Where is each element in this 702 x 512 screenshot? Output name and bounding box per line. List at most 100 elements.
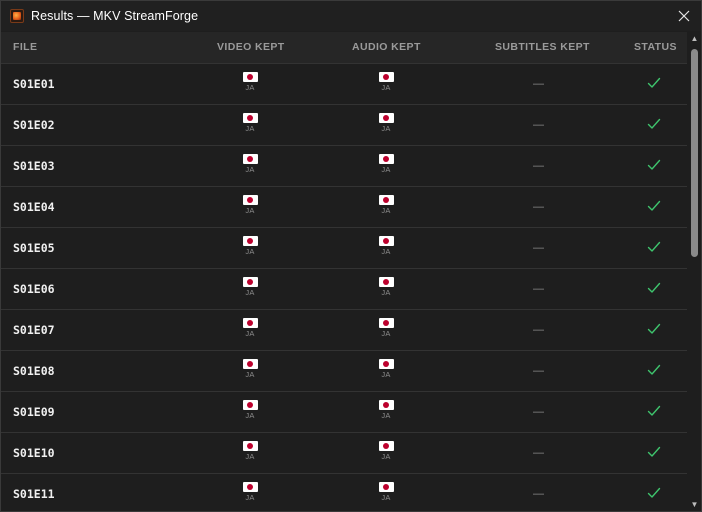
video-language-code: JA [245, 83, 255, 92]
audio-kept-cell: JA [371, 113, 401, 133]
checkmark-icon [647, 200, 661, 211]
audio-kept-cell: JA [371, 195, 401, 215]
column-header-status[interactable]: STATUS [634, 32, 677, 63]
window-title: Results — MKV StreamForge [31, 9, 199, 23]
checkmark-icon [647, 364, 661, 375]
checkmark-icon [647, 159, 661, 170]
audio-kept-cell: JA [371, 441, 401, 461]
checkmark-icon [647, 282, 661, 293]
video-language-code: JA [245, 288, 255, 297]
subtitles-kept-value: — [533, 283, 544, 295]
japan-flag-icon [378, 318, 394, 328]
video-language-code: JA [245, 165, 255, 174]
table-row[interactable]: S01E10 JA JA — [1, 433, 687, 474]
subtitles-kept-value: — [533, 365, 544, 377]
subtitles-kept-value: — [533, 447, 544, 459]
audio-language-code: JA [381, 83, 391, 92]
japan-flag-icon [378, 359, 394, 369]
table-row[interactable]: S01E03 JA JA — [1, 146, 687, 187]
results-window: Results — MKV StreamForge FILE VIDEO KEP… [0, 0, 702, 512]
file-name: S01E09 [13, 405, 55, 419]
audio-kept-cell: JA [371, 277, 401, 297]
file-name: S01E10 [13, 446, 55, 460]
close-icon [678, 10, 690, 22]
audio-language-code: JA [381, 329, 391, 338]
audio-language-code: JA [381, 288, 391, 297]
audio-kept-cell: JA [371, 318, 401, 338]
table-row[interactable]: S01E06 JA JA — [1, 269, 687, 310]
video-kept-cell: JA [235, 72, 265, 92]
subtitles-kept-value: — [533, 160, 544, 172]
japan-flag-icon [378, 236, 394, 246]
file-name: S01E03 [13, 159, 55, 173]
japan-flag-icon [242, 113, 258, 123]
column-header-subtitles-kept[interactable]: SUBTITLES KEPT [495, 32, 590, 63]
vertical-scrollbar[interactable]: ▲ ▼ [688, 32, 701, 511]
japan-flag-icon [242, 72, 258, 82]
column-header-file[interactable]: FILE [13, 32, 37, 63]
video-kept-cell: JA [235, 318, 265, 338]
video-kept-cell: JA [235, 195, 265, 215]
japan-flag-icon [378, 72, 394, 82]
subtitles-kept-value: — [533, 242, 544, 254]
table-row[interactable]: S01E09 JA JA — [1, 392, 687, 433]
table-row[interactable]: S01E07 JA JA — [1, 310, 687, 351]
japan-flag-icon [242, 236, 258, 246]
file-name: S01E01 [13, 77, 55, 91]
scroll-down-arrow-icon[interactable]: ▼ [690, 501, 699, 509]
japan-flag-icon [242, 359, 258, 369]
video-language-code: JA [245, 329, 255, 338]
video-kept-cell: JA [235, 359, 265, 379]
table-row[interactable]: S01E02 JA JA — [1, 105, 687, 146]
japan-flag-icon [378, 441, 394, 451]
checkmark-icon [647, 118, 661, 129]
table-row[interactable]: S01E05 JA JA — [1, 228, 687, 269]
audio-language-code: JA [381, 247, 391, 256]
table-row[interactable]: S01E11 JA JA — [1, 474, 687, 511]
audio-language-code: JA [381, 370, 391, 379]
audio-language-code: JA [381, 206, 391, 215]
japan-flag-icon [378, 113, 394, 123]
subtitles-kept-value: — [533, 78, 544, 90]
column-header-video-kept[interactable]: VIDEO KEPT [217, 32, 285, 63]
scroll-up-arrow-icon[interactable]: ▲ [690, 35, 699, 43]
file-name: S01E08 [13, 364, 55, 378]
video-language-code: JA [245, 206, 255, 215]
scroll-thumb[interactable] [691, 49, 698, 257]
japan-flag-icon [242, 195, 258, 205]
title-bar: Results — MKV StreamForge [1, 1, 701, 31]
japan-flag-icon [242, 482, 258, 492]
file-name: S01E02 [13, 118, 55, 132]
video-language-code: JA [245, 493, 255, 502]
column-header-audio-kept[interactable]: AUDIO KEPT [352, 32, 421, 63]
audio-language-code: JA [381, 452, 391, 461]
video-language-code: JA [245, 247, 255, 256]
japan-flag-icon [378, 154, 394, 164]
japan-flag-icon [242, 400, 258, 410]
checkmark-icon [647, 241, 661, 252]
audio-kept-cell: JA [371, 482, 401, 502]
japan-flag-icon [378, 277, 394, 287]
video-kept-cell: JA [235, 113, 265, 133]
japan-flag-icon [242, 277, 258, 287]
video-kept-cell: JA [235, 236, 265, 256]
video-kept-cell: JA [235, 400, 265, 420]
audio-language-code: JA [381, 411, 391, 420]
table-row[interactable]: S01E04 JA JA — [1, 187, 687, 228]
subtitles-kept-value: — [533, 324, 544, 336]
file-name: S01E06 [13, 282, 55, 296]
results-table: FILE VIDEO KEPT AUDIO KEPT SUBTITLES KEP… [1, 32, 687, 511]
checkmark-icon [647, 77, 661, 88]
audio-language-code: JA [381, 165, 391, 174]
checkmark-icon [647, 405, 661, 416]
japan-flag-icon [378, 195, 394, 205]
japan-flag-icon [242, 441, 258, 451]
streamforge-app-icon [10, 9, 24, 23]
table-row[interactable]: S01E08 JA JA — [1, 351, 687, 392]
checkmark-icon [647, 446, 661, 457]
audio-language-code: JA [381, 124, 391, 133]
table-row[interactable]: S01E01 JA JA — [1, 64, 687, 105]
audio-kept-cell: JA [371, 359, 401, 379]
close-button[interactable] [673, 5, 695, 27]
audio-kept-cell: JA [371, 154, 401, 174]
